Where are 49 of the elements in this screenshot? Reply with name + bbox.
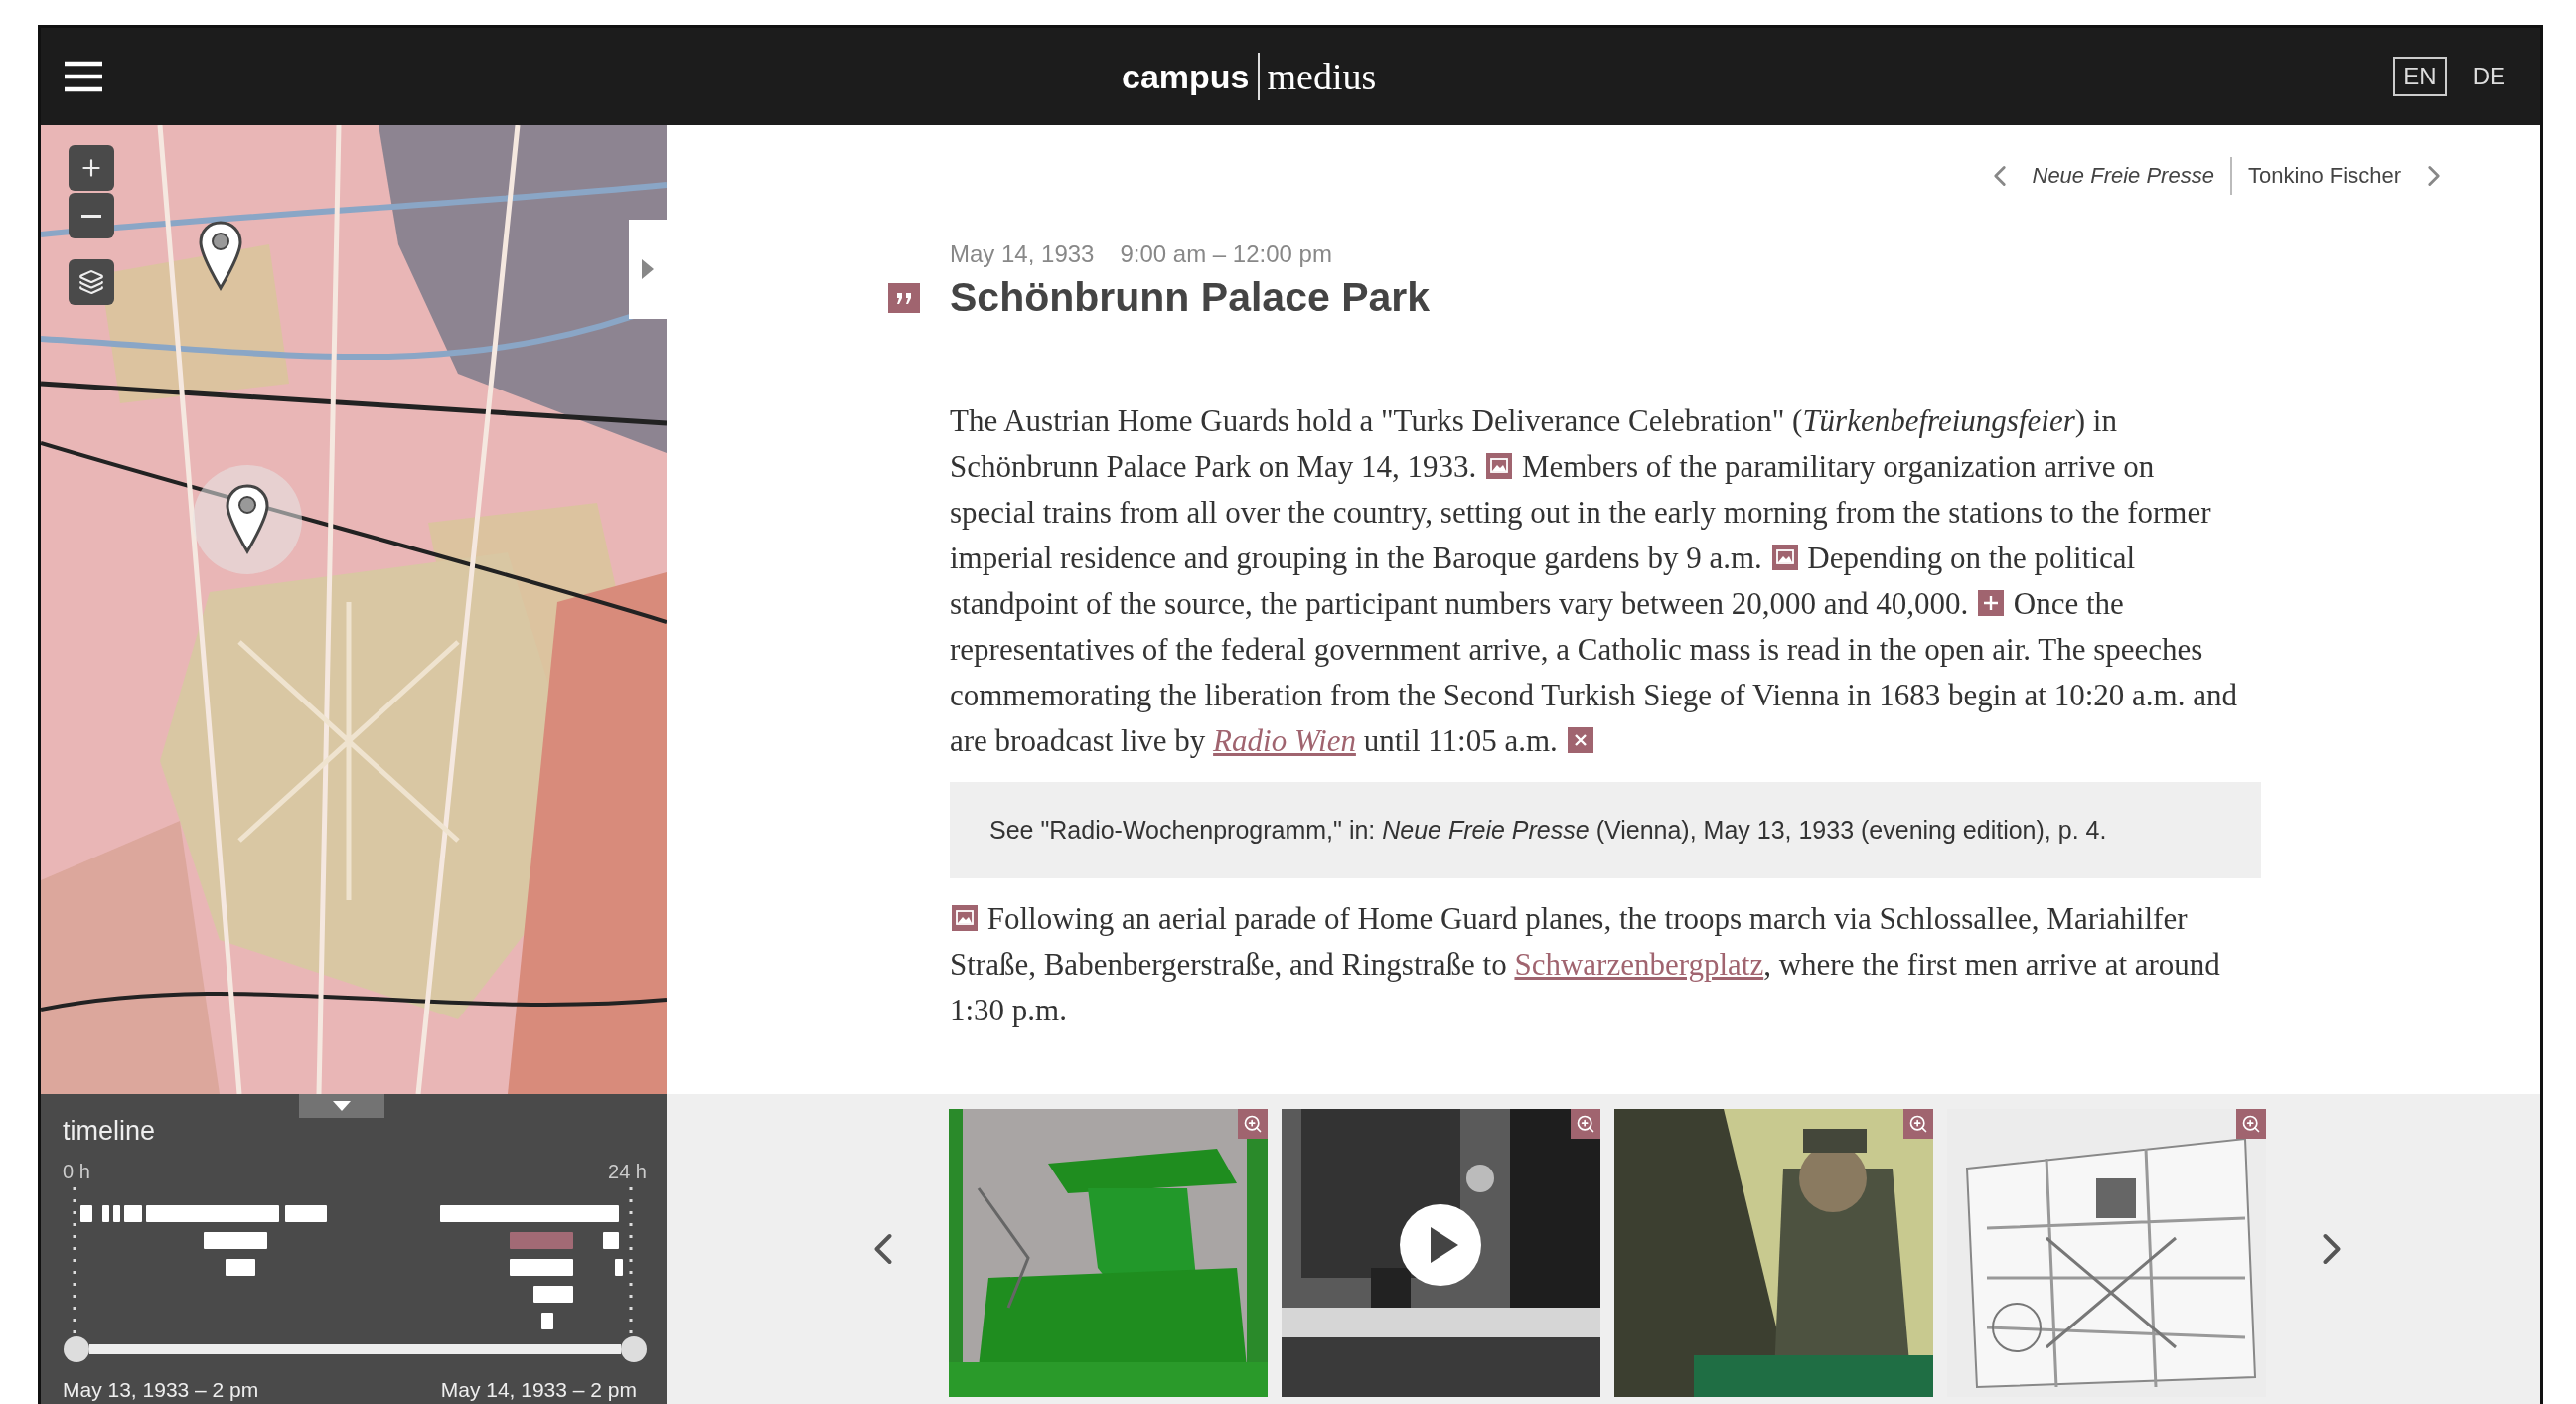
image-icon[interactable] [952,905,978,931]
caret-icon [333,1101,351,1111]
minus-icon [81,214,101,218]
zoom-button[interactable] [1903,1109,1933,1139]
axis-label: 24 h [608,1161,647,1183]
close-icon[interactable] [1567,727,1593,753]
zoom-icon [2241,1114,2261,1134]
range-end-label: May 14, 1933 – 2 pm [440,1378,637,1402]
collapse-button[interactable] [299,1094,384,1118]
zoom-in-button[interactable] [69,145,114,191]
map-pin-icon[interactable] [225,483,270,554]
text-link[interactable]: Schwarzenbergplatz [1514,947,1764,982]
event-date: May 14, 1933 [950,240,1095,268]
play-button[interactable] [1399,1203,1482,1287]
range-start-label: May 13, 1933 – 2 pm [63,1378,259,1402]
logo-text: medius [1257,53,1377,100]
previous-link[interactable]: Neue Freie Presse [2022,163,2224,189]
quote-icon [888,282,920,313]
zoom-button[interactable] [1571,1109,1600,1139]
zoom-button[interactable] [1238,1109,1268,1139]
zoom-icon [1576,1114,1595,1134]
panel-title: timeline [63,1116,157,1147]
image-icon[interactable] [1771,545,1798,570]
layers-button[interactable] [69,259,114,305]
language-tab[interactable]: EN [2393,57,2447,96]
zoom-out-button[interactable] [69,193,114,238]
next-link[interactable]: Tonkino Fischer [2237,163,2411,189]
image-icon[interactable] [1486,453,1513,479]
event-time: 9:00 am – 12:00 pm [1120,240,1332,268]
range-handle[interactable] [64,1336,89,1362]
footnote: See "Radio-Wochenprogramm," in: Neue Freie Presse (Vienna), May 13, 1933 (evening edition), p. 4. [950,782,2261,878]
text-link[interactable]: Radio Wien [1213,723,1356,758]
menu-icon[interactable] [63,60,104,93]
logo-text: campus [1122,57,1250,96]
zoom-icon [1243,1114,1263,1134]
caret-icon [641,258,655,280]
axis-label: 0 h [63,1161,90,1183]
range-handle[interactable] [621,1336,647,1362]
zoom-button[interactable] [2236,1109,2266,1139]
page-title: Schönbrunn Palace Park [950,274,1431,321]
plus-icon[interactable] [1978,590,2005,616]
paragraph: The Austrian Home Guards hold a "Turks Deliverance Celebration" (Türkenbefreiungsfeier) in Schönbrunn Palace Park on May 14, 1933. Members of the paramilitary organization arrive on special trains from all over the country, setting out in the early morning from the stations to the former imperial residence and grouping in the Baroque gardens by 9 a.m. Depending on the political standpoint of the source, the participant numbers vary between 20,000 and 40,000. Once the representatives of the federal government arrive, a Catholic mass is read in the open air. The speeches commemorating the liberation from the Second Turkish Siege of Vienna in 1683 begin at 10:20 a.m. and are broadcast live by Radio Wien until 11:05 a.m. [950,402,2238,760]
zoom-icon [1908,1114,1928,1134]
paragraph: Following an aerial parade of Home Guard planes, the troops march via Schlossallee, Mariahilfer Straße, Babenbergerstraße, and Ringstraße to Schwarzenbergplatz, where the first men arrive at around 1:30 p.m. [950,900,2221,1029]
range-slider-fill[interactable] [89,1344,621,1354]
layers-icon [78,269,104,295]
map-pin-icon[interactable] [198,220,243,291]
language-tab[interactable]: DE [2462,57,2515,96]
panel-toggle-button[interactable] [629,220,667,319]
